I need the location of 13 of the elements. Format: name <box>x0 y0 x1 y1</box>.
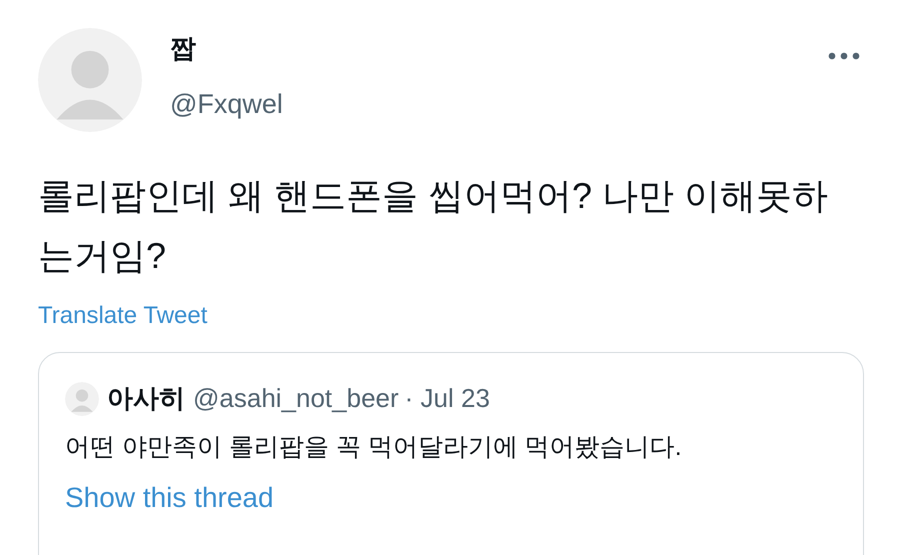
tweet-text: 롤리팝인데 왜 핸드폰을 씹어먹어? 나만 이해못하는거임? <box>38 174 830 278</box>
user-name[interactable]: 아사히 <box>107 381 185 416</box>
show-thread-link[interactable]: Show this thread <box>65 482 274 514</box>
quoted-text: 어떤 야만족이 롤리팝을 꼭 먹어달라기에 먹어봤습니다. <box>65 432 683 463</box>
avatar-icon[interactable] <box>38 28 142 132</box>
user-handle[interactable]: @asahi_not_beer <box>193 383 399 414</box>
tweet-date[interactable]: · Jul 23 <box>404 383 490 414</box>
translate-link[interactable]: Translate Tweet <box>38 300 208 332</box>
user-name[interactable]: 짭 <box>170 30 828 66</box>
avatar-icon[interactable] <box>65 382 99 416</box>
more-icon[interactable] <box>828 52 860 60</box>
quoted-tweet-card[interactable]: 아사히 @asahi_not_beer · Jul 23 어떤 야만족이 롤리팝을 꼭 먹어달라기에 먹어봤습니다. Show this thread <box>38 352 864 555</box>
user-handle[interactable]: @Fxqwel <box>170 86 828 122</box>
